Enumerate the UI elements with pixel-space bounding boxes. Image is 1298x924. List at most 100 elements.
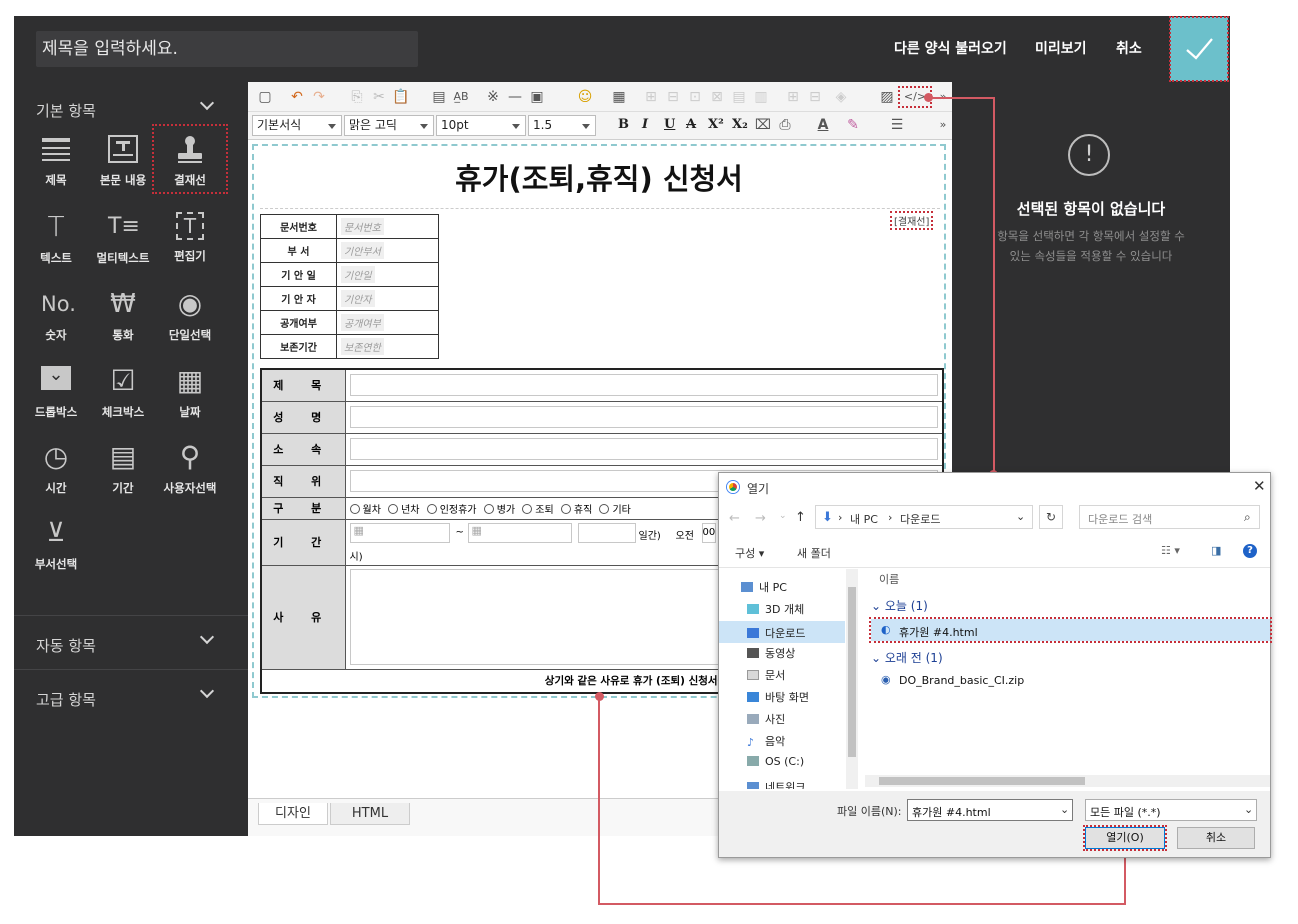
special-char-icon[interactable]: ※ — [484, 88, 502, 106]
new-folder-button[interactable]: 새 폴더 — [797, 545, 831, 561]
radio-icon[interactable] — [426, 503, 437, 514]
tool-body-text[interactable]: 본문 내용 — [87, 134, 159, 188]
path-segment[interactable]: 다운로드 — [900, 511, 940, 527]
up-icon[interactable]: ↑ — [795, 510, 806, 525]
tool-time[interactable]: ◷ 시간 — [20, 442, 92, 496]
file-row-selected[interactable]: ◐ 휴가원 #4.html — [869, 617, 1272, 643]
nav-item-network[interactable]: 네트워크 — [747, 779, 805, 789]
nav-item-documents[interactable]: 문서 — [747, 667, 785, 683]
radio-icon[interactable] — [599, 503, 610, 514]
size-select[interactable]: 10pt — [436, 115, 526, 136]
preview-link[interactable]: 미리보기 — [1035, 38, 1087, 58]
emoji-icon[interactable]: ☺ — [576, 88, 594, 106]
approval-line-tag[interactable]: [결재선] — [889, 211, 934, 230]
radio-icon[interactable] — [522, 503, 533, 514]
refresh-icon[interactable]: ↻ — [1039, 505, 1063, 529]
table-merge-icon[interactable]: ⊡ — [686, 88, 704, 106]
tool-multitext[interactable]: T≡ 멀티텍스트 — [87, 212, 159, 266]
radio-icon[interactable] — [560, 503, 571, 514]
chevron-down-icon[interactable] — [199, 683, 215, 699]
form-title-input[interactable]: 제목을 입력하세요. — [36, 31, 418, 67]
tool-approval-line[interactable]: 결재선 — [152, 124, 228, 194]
preview-pane-icon[interactable]: ◨ — [1211, 544, 1221, 557]
preview-doc-icon[interactable]: ▤ — [430, 88, 448, 106]
more-icon[interactable]: » — [934, 116, 952, 134]
new-document-icon[interactable]: ▢ — [256, 88, 274, 106]
view-options-icon[interactable]: ☷ ▾ — [1161, 544, 1180, 557]
table-delete-icon[interactable]: ⊟ — [806, 88, 824, 106]
column-header-name[interactable]: 이름 — [879, 571, 899, 587]
meta-value[interactable]: 문서번호 — [336, 214, 439, 239]
nav-item-this-pc[interactable]: 내 PC — [741, 579, 787, 595]
underline-button[interactable]: U — [664, 117, 675, 132]
input-box[interactable] — [349, 374, 938, 397]
tool-user-select[interactable]: ⚲ 사용자선택 — [154, 442, 226, 496]
back-icon[interactable]: ← — [729, 511, 740, 526]
dept-field[interactable] — [344, 432, 944, 466]
organize-menu[interactable]: 구성 ▾ — [735, 545, 764, 561]
nav-item-desktop[interactable]: 바탕 화면 — [747, 689, 809, 705]
input-box[interactable] — [349, 406, 938, 428]
font-select[interactable]: 맑은 고딕 — [344, 115, 434, 136]
scrollbar-thumb[interactable] — [879, 777, 1085, 785]
radio-icon[interactable] — [349, 503, 360, 514]
datetime-icon[interactable]: ▣ — [528, 88, 546, 106]
cell-color-icon[interactable]: ◈ — [832, 88, 850, 106]
meta-value[interactable]: 기안일 — [336, 262, 439, 287]
file-row[interactable]: ◉ DO_Brand_basic_CI.zip — [871, 669, 1270, 691]
tool-editor[interactable]: T 편집기 — [154, 212, 226, 264]
path-segment[interactable]: 내 PC — [850, 511, 878, 527]
chevron-down-icon[interactable] — [199, 629, 215, 645]
meta-value[interactable]: 공개여부 — [336, 310, 439, 335]
strike-button[interactable]: A — [686, 117, 696, 132]
tool-period[interactable]: ▤ 기간 — [87, 442, 159, 496]
tool-text[interactable]: T 텍스트 — [20, 212, 92, 266]
chevron-down-icon[interactable] — [199, 95, 215, 111]
basic-items-title[interactable]: 기본 항목 — [36, 100, 96, 121]
horizontal-line-icon[interactable]: — — [506, 88, 524, 106]
help-icon[interactable]: ? — [1243, 544, 1257, 558]
tool-currency[interactable]: ₩ 통화 — [87, 289, 159, 343]
table-icon[interactable]: ▦ — [610, 88, 628, 106]
radio-icon[interactable] — [388, 503, 399, 514]
meta-value[interactable]: 기안자 — [336, 286, 439, 311]
subject-field[interactable] — [344, 368, 944, 402]
tool-number[interactable]: No. 숫자 — [20, 289, 92, 343]
tab-design[interactable]: 디자인 — [258, 803, 328, 825]
nav-item-videos[interactable]: 동영상 — [747, 645, 795, 661]
confirm-button[interactable] — [1169, 16, 1229, 82]
scrollbar-thumb[interactable] — [848, 587, 856, 757]
search-input[interactable]: 다운로드 검색 ⌕ — [1079, 505, 1260, 529]
end-date-input[interactable]: ▦ — [467, 522, 572, 543]
font-color-icon[interactable]: A — [814, 116, 832, 134]
paste-icon[interactable]: 📋 — [392, 88, 410, 106]
load-other-form-link[interactable]: 다른 양식 불러오기 — [894, 38, 1007, 58]
forward-icon[interactable]: → — [755, 511, 766, 526]
copy-icon[interactable]: ⎘ — [348, 88, 366, 106]
tool-date[interactable]: ▦ 날짜 — [154, 366, 226, 420]
meta-value[interactable]: 기안부서 — [336, 238, 439, 263]
meta-value[interactable]: 보존연한 — [336, 334, 439, 359]
nav-item-3d[interactable]: 3D 개체 — [747, 601, 804, 617]
subscript-button[interactable]: X₂ — [732, 117, 748, 132]
nav-item-music[interactable]: ♪ 음악 — [747, 733, 785, 749]
tool-single-select[interactable]: ◉ 단일선택 — [154, 289, 226, 343]
format-clear-icon[interactable]: ⌧ — [754, 116, 772, 134]
days-input[interactable] — [577, 522, 636, 543]
tool-dept-select[interactable]: ⊻ 부서선택 — [20, 518, 92, 572]
tool-dropbox[interactable]: ⌄ 드롭박스 — [20, 366, 92, 420]
hour-input[interactable]: 00 — [701, 522, 716, 543]
nav-item-pictures[interactable]: 사진 — [747, 711, 785, 727]
superscript-button[interactable]: X² — [708, 117, 724, 132]
image-icon[interactable]: ▨ — [878, 88, 896, 106]
line-height-select[interactable]: 1.5 — [528, 115, 596, 136]
close-icon[interactable]: ✕ — [1253, 477, 1266, 495]
redo-icon[interactable]: ↷ — [310, 88, 328, 106]
table-edit-icon[interactable]: ⊞ — [642, 88, 660, 106]
tool-title[interactable]: 제목 — [20, 134, 92, 188]
group-header-today[interactable]: ⌄ 오늘 (1) — [871, 597, 928, 614]
input-box[interactable] — [349, 438, 938, 460]
table-cell-icon[interactable]: ⊟ — [664, 88, 682, 106]
nav-item-drive-c[interactable]: OS (C:) — [747, 755, 804, 768]
format-copy-icon[interactable]: ⎙ — [776, 116, 794, 134]
